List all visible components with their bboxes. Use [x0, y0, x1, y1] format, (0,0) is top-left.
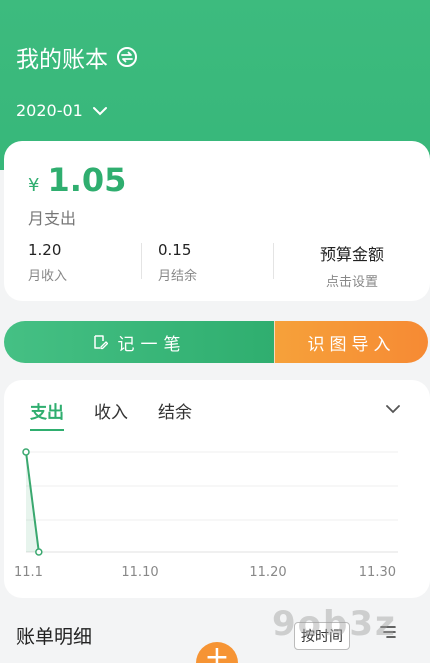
income-value: 1.20 — [28, 241, 62, 259]
expense-amount: 1.05 — [47, 161, 127, 199]
book-switch[interactable]: 我的账本 — [16, 40, 138, 74]
import-label: 识图导入 — [307, 334, 396, 355]
image-import-button[interactable]: 识图导入 — [274, 321, 428, 363]
income-stat: 1.20 月收入 — [28, 241, 67, 284]
chevron-down-icon — [92, 106, 107, 115]
note-edit-icon — [93, 335, 108, 350]
balance-stat: 0.15 月结余 — [158, 241, 197, 284]
bill-title: 账单明细 — [16, 626, 93, 648]
month-label: 2020-01 — [16, 101, 83, 120]
x-tick-label: 11.10 — [121, 565, 158, 580]
data-point — [35, 548, 43, 556]
balance-value: 0.15 — [158, 241, 192, 259]
budget-setting[interactable]: 预算金额 点击设置 — [320, 241, 384, 290]
watermark: 9ob3z — [272, 604, 397, 644]
x-tick-label: 11.1 — [14, 565, 43, 580]
chart-card: 支出 收入 结余 11.1 11.10 11.20 11.30 — [4, 380, 430, 598]
record-button[interactable]: 记一笔 — [4, 321, 274, 363]
expense-amount-row: ¥ 1.05 — [28, 161, 126, 199]
x-tick-label: 11.20 — [249, 565, 286, 580]
data-point — [22, 448, 30, 456]
month-picker[interactable]: 2020-01 — [16, 101, 107, 120]
budget-title: 预算金额 — [319, 245, 384, 264]
switch-icon[interactable] — [116, 46, 138, 68]
budget-hint: 点击设置 — [325, 275, 378, 290]
divider — [141, 243, 142, 279]
x-tick-label: 11.30 — [359, 565, 396, 580]
divider — [273, 243, 274, 279]
expense-label: 月支出 — [28, 209, 77, 228]
summary-card: ¥ 1.05 月支出 1.20 月收入 0.15 月结余 预算金额 点击设置 — [4, 141, 430, 301]
currency-symbol: ¥ — [28, 175, 40, 196]
balance-label: 月结余 — [158, 269, 198, 284]
expense-line-chart: 11.1 11.10 11.20 11.30 — [14, 448, 398, 580]
income-label: 月收入 — [28, 269, 68, 284]
action-bar: 记一笔 识图导入 — [4, 321, 428, 363]
record-label: 记一笔 — [117, 334, 187, 355]
book-title: 我的账本 — [16, 47, 108, 73]
